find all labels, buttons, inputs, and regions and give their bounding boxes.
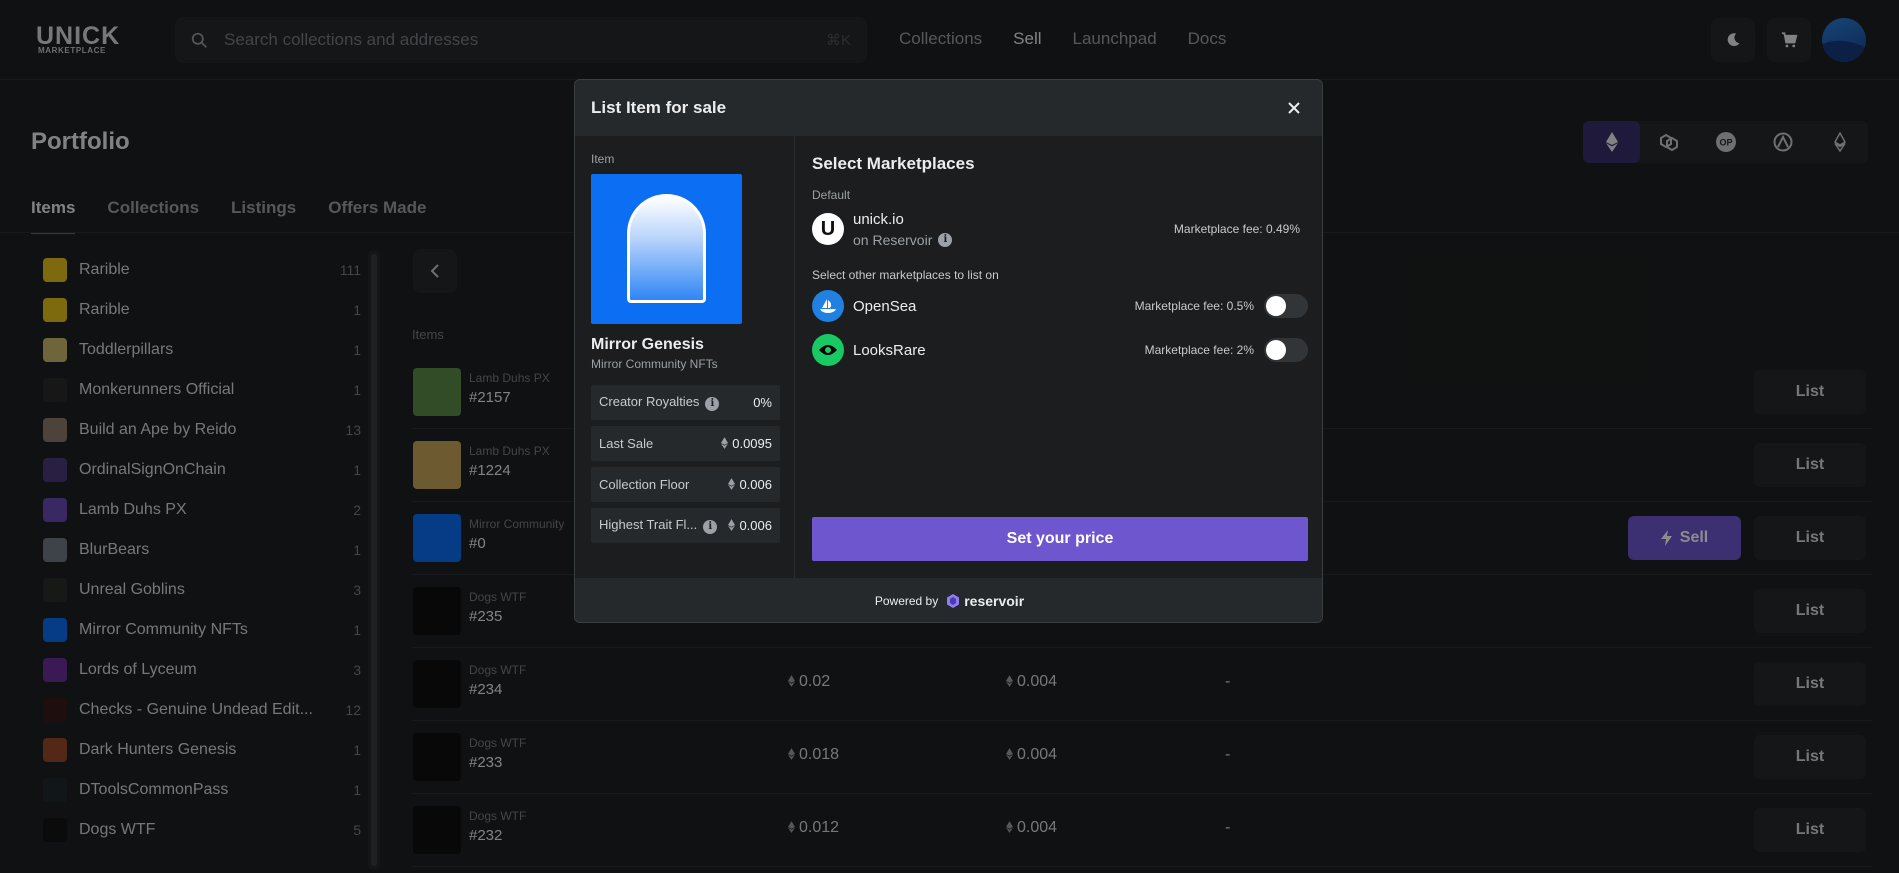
marketplaces-panel: Select Marketplaces Default U unick.io o…: [796, 136, 1322, 578]
stat-row: Creator Royalties i 0%: [591, 385, 780, 420]
stat-row: Last Sale 0.0095: [591, 426, 780, 461]
reservoir-logo-icon: [947, 594, 960, 608]
stat-label: Highest Trait Fl...: [599, 517, 698, 533]
powered-by-label: Powered by: [874, 594, 939, 608]
nft-name: Mirror Genesis: [591, 336, 704, 353]
stat-value: 0%: [753, 395, 772, 410]
modal-header: List Item for sale: [575, 80, 1322, 136]
toggle-knob: [1266, 340, 1286, 360]
default-marketplace-fee: Marketplace fee: 0.49%: [1173, 222, 1300, 236]
reservoir-brand[interactable]: reservoir: [946, 593, 1024, 609]
reservoir-brand-text: reservoir: [964, 593, 1025, 609]
ethereum-icon: [728, 478, 736, 490]
stat-value: 0.006: [739, 477, 772, 492]
default-marketplace: U unick.io on Reservoir i Marketplace fee…: [812, 202, 1308, 256]
list-item-modal: List Item for sale Item Mirror Genesis M…: [574, 79, 1323, 623]
close-icon: [1288, 102, 1300, 114]
stat-row: Highest Trait Fl... i 0.006: [591, 508, 780, 543]
marketplace-option: LooksRare Marketplace fee: 2%: [812, 328, 1308, 372]
stat-label: Last Sale: [599, 436, 654, 451]
marketplace-toggle[interactable]: [1264, 294, 1308, 318]
other-marketplaces-label: Select other marketplaces to list on: [812, 268, 999, 282]
opensea-icon: [820, 299, 836, 313]
page: UNICK MARKETPLACE Search collections and…: [0, 0, 1899, 873]
default-marketplace-name: unick.io: [853, 210, 904, 228]
default-label: Default: [812, 188, 851, 202]
unick-logo-icon: U: [812, 213, 844, 245]
ethereum-icon: [728, 519, 736, 531]
info-icon[interactable]: i: [705, 396, 720, 411]
close-button[interactable]: [1282, 96, 1306, 120]
select-marketplaces-title: Select Marketplaces: [812, 154, 975, 173]
stat-label: Creator Royalties: [599, 394, 700, 410]
marketplace-name: LooksRare: [853, 341, 926, 359]
info-icon[interactable]: i: [703, 519, 718, 534]
marketplace-option: OpenSea Marketplace fee: 0.5%: [812, 284, 1308, 328]
modal-title: List Item for sale: [591, 98, 727, 117]
nft-collection: Mirror Community NFTs: [591, 357, 718, 371]
marketplace-logo: [812, 334, 844, 366]
marketplace-name: OpenSea: [853, 297, 917, 315]
stat-value: 0.006: [739, 518, 772, 533]
stat-value: 0.0095: [732, 436, 772, 451]
looksrare-icon: [819, 345, 837, 355]
set-price-button[interactable]: Set your price: [812, 517, 1308, 561]
nft-stats: Creator Royalties i 0% Last Sale 0.0095 Colle…: [591, 385, 780, 543]
marketplace-fee: Marketplace fee: 2%: [1144, 343, 1254, 357]
nft-arch-art: [627, 194, 706, 303]
toggle-knob: [1266, 296, 1286, 316]
stat-label: Collection Floor: [599, 477, 690, 492]
info-icon[interactable]: i: [938, 232, 953, 247]
marketplace-logo: [812, 290, 844, 322]
marketplace-fee: Marketplace fee: 0.5%: [1134, 299, 1254, 313]
ethereum-icon: [721, 437, 729, 449]
modal-footer: Powered by reservoir: [575, 578, 1322, 622]
nft-image: [591, 174, 742, 324]
stat-row: Collection Floor 0.006: [591, 467, 780, 502]
other-marketplaces: OpenSea Marketplace fee: 0.5% LooksRare Mar…: [812, 284, 1308, 372]
item-details-panel: Item Mirror Genesis Mirror Community NFT…: [575, 136, 795, 578]
item-label: Item: [591, 152, 615, 166]
marketplace-toggle[interactable]: [1264, 338, 1308, 362]
default-marketplace-sub: on Reservoir: [853, 231, 933, 248]
